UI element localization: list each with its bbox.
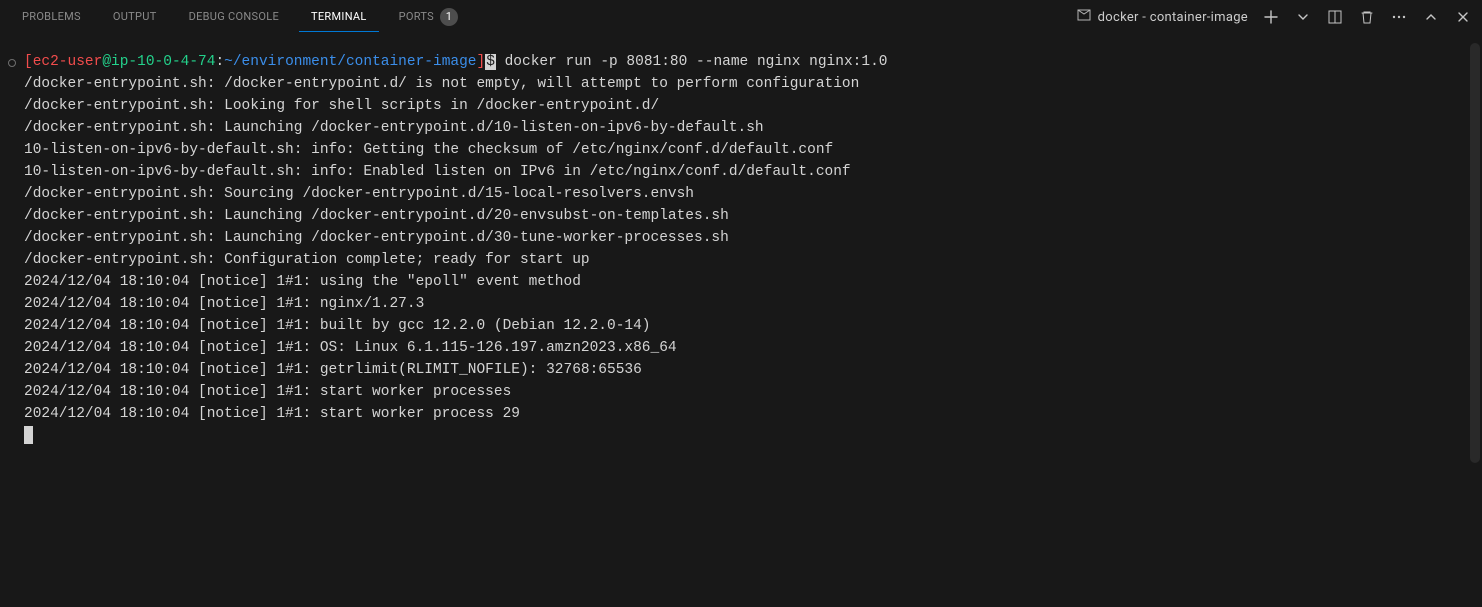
prompt-colon: :: [215, 54, 224, 70]
terminal-output-line: /docker-entrypoint.sh: Looking for shell…: [24, 95, 1466, 117]
terminal-session-label[interactable]: docker - container-image: [1076, 7, 1248, 27]
launch-profile-chevron[interactable]: [1292, 6, 1314, 28]
prompt-dollar: $: [485, 54, 496, 70]
terminal-output-line: 10-listen-on-ipv6-by-default.sh: info: E…: [24, 161, 1466, 183]
terminal-viewport[interactable]: [ec2-user@ip-10-0-4-74:~/environment/con…: [0, 35, 1482, 607]
prompt-command: docker run -p 8081:80 --name nginx nginx…: [496, 54, 888, 70]
panel-tabbar: PROBLEMS OUTPUT DEBUG CONSOLE TERMINAL P…: [0, 0, 1482, 35]
terminal-output-line: /docker-entrypoint.sh: Launching /docker…: [24, 205, 1466, 227]
tab-terminal-label: TERMINAL: [311, 10, 367, 23]
terminal-output-line: /docker-entrypoint.sh: Launching /docker…: [24, 117, 1466, 139]
cursor-icon: [24, 426, 33, 444]
command-marker-icon: [8, 59, 16, 67]
terminal-actions: [1260, 6, 1474, 28]
more-actions-button[interactable]: [1388, 6, 1410, 28]
tab-problems-label: PROBLEMS: [22, 10, 81, 23]
tab-terminal[interactable]: TERMINAL: [299, 2, 379, 32]
ports-badge: 1: [440, 8, 458, 26]
tab-ports-label: PORTS: [399, 10, 434, 23]
prompt-open-bracket: [: [24, 54, 33, 70]
tab-output-label: OUTPUT: [113, 10, 157, 23]
terminal-output-line: 2024/12/04 18:10:04 [notice] 1#1: nginx/…: [24, 293, 1466, 315]
prompt-close-bracket: ]: [477, 54, 486, 70]
tab-problems[interactable]: PROBLEMS: [10, 2, 93, 32]
terminal-output-line: 2024/12/04 18:10:04 [notice] 1#1: start …: [24, 381, 1466, 403]
terminal-prompt-line: [ec2-user@ip-10-0-4-74:~/environment/con…: [24, 51, 1466, 73]
prompt-path: ~/environment/container-image: [224, 54, 476, 70]
prompt-host: ip-10-0-4-74: [111, 54, 215, 70]
split-terminal-button[interactable]: [1324, 6, 1346, 28]
new-terminal-button[interactable]: [1260, 6, 1282, 28]
tab-debug-console-label: DEBUG CONSOLE: [189, 10, 279, 23]
terminal-scrollbar[interactable]: [1470, 43, 1480, 463]
tab-output[interactable]: OUTPUT: [101, 2, 169, 32]
terminal-cursor-line: [24, 425, 1466, 447]
terminal-output-line: 2024/12/04 18:10:04 [notice] 1#1: built …: [24, 315, 1466, 337]
terminal-output-line: 2024/12/04 18:10:04 [notice] 1#1: OS: Li…: [24, 337, 1466, 359]
terminal-output-line: /docker-entrypoint.sh: Launching /docker…: [24, 227, 1466, 249]
maximize-panel-button[interactable]: [1420, 6, 1442, 28]
tab-debug-console[interactable]: DEBUG CONSOLE: [177, 2, 291, 32]
terminal-session-text: docker - container-image: [1098, 10, 1248, 25]
prompt-at: @: [102, 54, 111, 70]
kill-terminal-button[interactable]: [1356, 6, 1378, 28]
tab-ports[interactable]: PORTS 1: [387, 0, 470, 35]
terminal-output-line: /docker-entrypoint.sh: /docker-entrypoin…: [24, 73, 1466, 95]
terminal-output-line: 2024/12/04 18:10:04 [notice] 1#1: getrli…: [24, 359, 1466, 381]
terminal-output-line: 2024/12/04 18:10:04 [notice] 1#1: using …: [24, 271, 1466, 293]
terminal-output-line: /docker-entrypoint.sh: Sourcing /docker-…: [24, 183, 1466, 205]
terminal-output-line: /docker-entrypoint.sh: Configuration com…: [24, 249, 1466, 271]
docker-icon: [1076, 7, 1092, 27]
prompt-user: ec2-user: [33, 54, 103, 70]
panel-root: PROBLEMS OUTPUT DEBUG CONSOLE TERMINAL P…: [0, 0, 1482, 607]
terminal-output-line: 10-listen-on-ipv6-by-default.sh: info: G…: [24, 139, 1466, 161]
close-panel-button[interactable]: [1452, 6, 1474, 28]
terminal-output-line: 2024/12/04 18:10:04 [notice] 1#1: start …: [24, 403, 1466, 425]
